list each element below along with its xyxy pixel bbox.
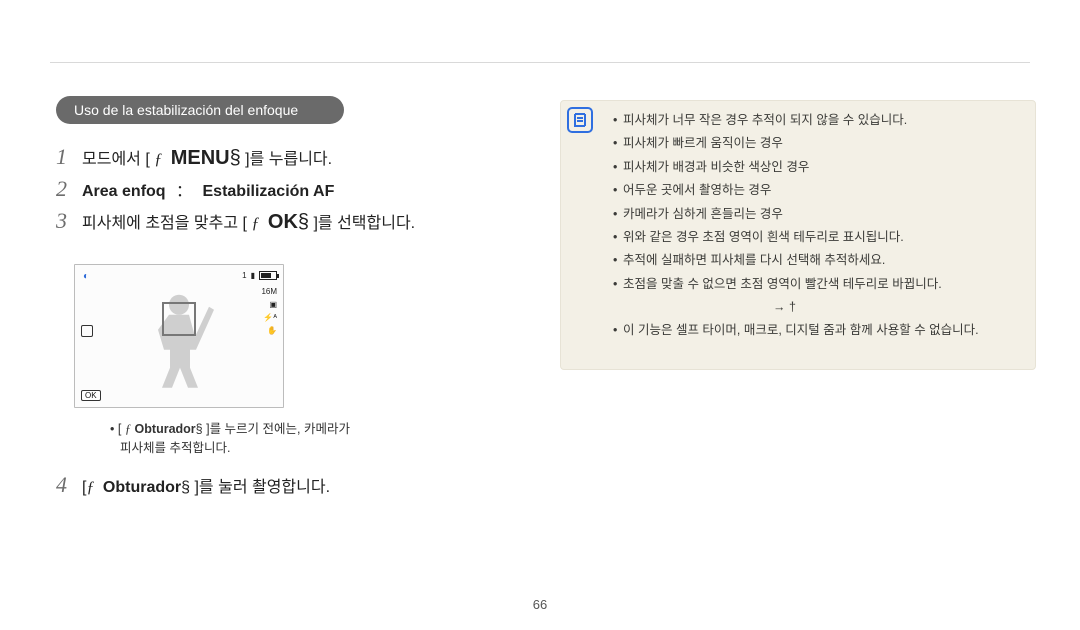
step-number: 2: [56, 176, 82, 202]
cursive-f-icon: ƒ: [251, 215, 259, 232]
ok-chip: OK: [81, 390, 101, 401]
bullet-icon: •: [613, 275, 623, 294]
bullet-icon: •: [613, 111, 623, 130]
stabilizer-icon: ✋: [261, 326, 277, 335]
note-text: 추적에 실패하면 피사체를 다시 선택해 추적하세요.: [623, 251, 1021, 270]
mode-icon: ◐: [83, 271, 89, 282]
step-number: 1: [56, 144, 82, 170]
note-item: •피사체가 배경과 비슷한 색상인 경우: [613, 158, 1021, 177]
note-text: 이 기능은 셀프 타이머, 매크로, 디지털 줌과 함께 사용할 수 없습니다.: [623, 321, 1021, 340]
focus-mode-icon: [81, 325, 93, 337]
sd-icon: ▮: [251, 271, 255, 280]
note-body: •피사체가 너무 작은 경우 추적이 되지 않을 수 있습니다.•피사체가 빠르…: [613, 111, 1021, 341]
note-text: 피사체가 배경과 비슷한 색상인 경우: [623, 158, 1021, 177]
note-text: 어두운 곳에서 촬영하는 경우: [623, 181, 1021, 200]
ok-button-label: OK: [268, 211, 298, 233]
continuation-arrow-icon: → †: [773, 298, 1021, 317]
note-icon: [567, 107, 593, 133]
cursive-f-icon: ƒ: [86, 479, 94, 496]
shutter-button-label: Obturador: [103, 479, 181, 496]
step3-part2: ]를 선택합니다.: [313, 215, 415, 232]
menu-button-label: MENU: [171, 147, 230, 169]
step-4: 4 [ƒ Obturador§ ]를 눌러 촬영합니다.: [56, 472, 516, 498]
option-label: Area enfoq: [82, 183, 166, 200]
note-item: •이 기능은 셀프 타이머, 매크로, 디지털 줌과 함께 사용할 수 없습니다…: [613, 321, 1021, 340]
step-number: 3: [56, 208, 82, 234]
note-text: 피사체가 너무 작은 경우 추적이 되지 않을 수 있습니다.: [623, 111, 1021, 130]
resolution-label: 16M: [261, 287, 277, 296]
step-3: 3 피사체에 초점을 맞추고 [ ƒ OK§ ]를 선택합니다.: [56, 208, 516, 234]
bracket-close: §: [181, 479, 190, 496]
caption-line1b: ]를 누르기 전에는, 카메라가: [206, 422, 350, 436]
bracket-close: §: [196, 422, 203, 436]
note-callout: •피사체가 너무 작은 경우 추적이 되지 않을 수 있습니다.•피사체가 빠르…: [560, 100, 1036, 370]
step-1: 1 모드에서 [ ƒ MENU§ ]를 누릅니다.: [56, 144, 516, 170]
cursive-f-icon: ƒ: [125, 422, 131, 436]
bullet-icon: •: [613, 205, 623, 224]
step1-suffix: ]를 누릅니다.: [245, 151, 332, 168]
caption-bullet: • [: [110, 422, 121, 436]
camera-lcd-illustration: ◐ 1 ▮ 16M ▣ ⚡ᴬ ✋: [74, 264, 284, 408]
note-item: •초점을 맞출 수 없으면 초점 영역이 빨간색 테두리로 바뀝니다.: [613, 275, 1021, 294]
header-rule: [50, 62, 1030, 63]
note-item: •추적에 실패하면 피사체를 다시 선택해 추적하세요.: [613, 251, 1021, 270]
step3-part1: 피사체에 초점을 맞추고 [: [82, 215, 247, 232]
caption-line2: 피사체를 추적합니다.: [120, 441, 230, 455]
note-item: •피사체가 너무 작은 경우 추적이 되지 않을 수 있습니다.: [613, 111, 1021, 130]
note-text: 위와 같은 경우 초점 영역이 흰색 테두리로 표시됩니다.: [623, 228, 1021, 247]
status-cluster: 1 ▮: [242, 271, 277, 280]
note-item: •위와 같은 경우 초점 영역이 흰색 테두리로 표시됩니다.: [613, 228, 1021, 247]
bullet-icon: •: [613, 228, 623, 247]
right-icons: 16M ▣ ⚡ᴬ ✋: [261, 287, 277, 339]
option-value: Estabilización AF: [203, 183, 335, 200]
step1-prefix: 모드에서 [: [82, 151, 150, 168]
step-number: 4: [56, 472, 82, 498]
bullet-icon: •: [613, 158, 623, 177]
note-item: •카메라가 심하게 흔들리는 경우: [613, 205, 1021, 224]
bracket-close: §: [230, 147, 241, 169]
cursive-f-icon: ƒ: [154, 151, 162, 168]
shots-remaining: 1: [242, 271, 246, 280]
flash-icon: ⚡ᴬ: [261, 313, 277, 322]
page-number: 66: [533, 597, 547, 612]
bullet-icon: •: [613, 134, 623, 153]
bullet-icon: •: [613, 321, 623, 340]
note-item: •어두운 곳에서 촬영하는 경우: [613, 181, 1021, 200]
lcd-caption: • [ ƒ Obturador§ ]를 누르기 전에는, 카메라가 피사체를 추…: [110, 420, 450, 458]
note-text: 카메라가 심하게 흔들리는 경우: [623, 205, 1021, 224]
focus-frame-icon: [162, 302, 196, 336]
arrow-sep-icon: ：: [176, 183, 192, 200]
note-text: 피사체가 빠르게 움직이는 경우: [623, 134, 1021, 153]
shutter-label: Obturador: [135, 422, 196, 436]
step-2: 2 Area enfoq ： Estabilización AF: [56, 176, 516, 202]
battery-icon: [259, 271, 277, 280]
section-pill: Uso de la estabilización del enfoque: [56, 96, 344, 124]
bullet-icon: •: [613, 251, 623, 270]
note-text: 초점을 맞출 수 없으면 초점 영역이 빨간색 테두리로 바뀝니다.: [623, 275, 1021, 294]
steps-list: 1 모드에서 [ ƒ MENU§ ]를 누릅니다. 2 Area enfoq ：…: [56, 144, 516, 234]
bracket-close: §: [298, 211, 309, 233]
step4-post: ]를 눌러 촬영합니다.: [194, 479, 330, 496]
bullet-icon: •: [613, 181, 623, 200]
metering-icon: ▣: [261, 300, 277, 309]
note-item: •피사체가 빠르게 움직이는 경우: [613, 134, 1021, 153]
